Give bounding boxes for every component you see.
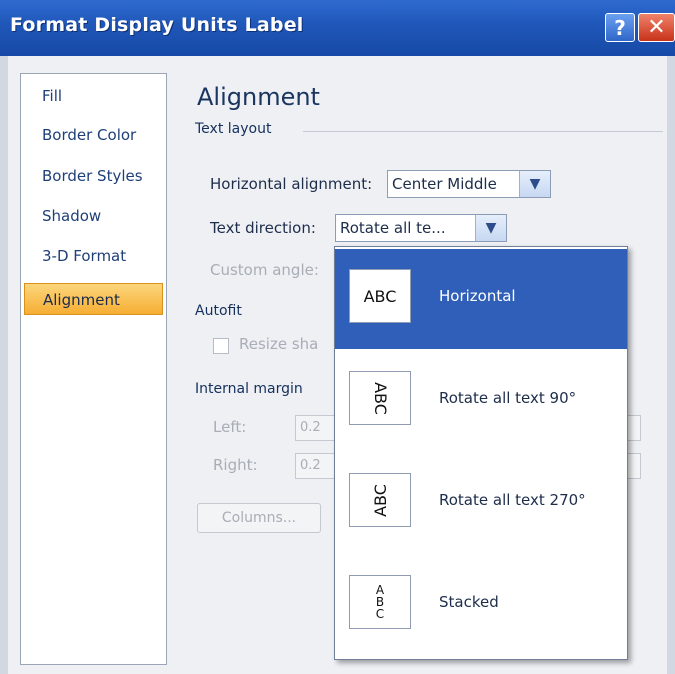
custom-angle-label: Custom angle: bbox=[210, 261, 319, 279]
category-list: Fill Border Color Border Styles Shadow 3… bbox=[20, 73, 167, 665]
autofit-group-label: Autofit bbox=[195, 303, 242, 319]
icon-text: ABC bbox=[370, 483, 390, 517]
rotate-90-text-icon: ABC bbox=[349, 371, 411, 425]
option-label: Stacked bbox=[439, 593, 499, 611]
option-stacked[interactable]: A B C Stacked bbox=[335, 555, 627, 655]
icon-text: A B C bbox=[375, 583, 385, 621]
right-margin-input[interactable]: 0.2 bbox=[295, 453, 335, 479]
columns-button[interactable]: Columns... bbox=[197, 503, 321, 533]
text-direction-value: Rotate all te... bbox=[340, 219, 446, 237]
horizontal-text-icon: ABC bbox=[349, 269, 411, 323]
dialog-title: Format Display Units Label bbox=[10, 14, 304, 36]
option-rotate-90[interactable]: ABC Rotate all text 90° bbox=[335, 351, 627, 451]
nav-item-shadow[interactable]: Shadow bbox=[21, 200, 166, 232]
text-layout-divider bbox=[303, 131, 663, 132]
option-label: Rotate all text 270° bbox=[439, 491, 586, 509]
close-button[interactable]: ✕ bbox=[638, 13, 675, 42]
nav-item-fill[interactable]: Fill bbox=[21, 80, 166, 112]
option-label: Rotate all text 90° bbox=[439, 389, 577, 407]
option-rotate-270[interactable]: ABC Rotate all text 270° bbox=[335, 453, 627, 553]
horizontal-alignment-select[interactable]: Center Middle ▼ bbox=[387, 170, 551, 198]
left-margin-label: Left: bbox=[213, 418, 247, 436]
text-layout-group-label: Text layout bbox=[195, 121, 272, 137]
nav-item-border-color[interactable]: Border Color bbox=[21, 119, 166, 151]
nav-item-3d-format[interactable]: 3-D Format bbox=[21, 240, 166, 272]
close-icon: ✕ bbox=[647, 15, 666, 40]
horizontal-alignment-label: Horizontal alignment: bbox=[210, 175, 373, 193]
format-dialog: Format Display Units Label ? ✕ Fill Bord… bbox=[0, 0, 675, 674]
right-margin-label: Right: bbox=[213, 456, 258, 474]
text-direction-dropdown: ABC Horizontal ABC Rotate all text 90° A… bbox=[334, 246, 628, 660]
help-button[interactable]: ? bbox=[605, 13, 635, 42]
stacked-text-icon: A B C bbox=[349, 575, 411, 629]
icon-text: ABC bbox=[363, 286, 397, 306]
chevron-down-icon[interactable]: ▼ bbox=[519, 171, 550, 197]
help-icon: ? bbox=[614, 16, 626, 40]
title-bar[interactable]: Format Display Units Label ? ✕ bbox=[0, 0, 675, 56]
internal-margin-group-label: Internal margin bbox=[195, 381, 303, 397]
resize-shape-checkbox[interactable] bbox=[213, 338, 229, 354]
left-margin-input[interactable]: 0.2 bbox=[295, 415, 335, 441]
page-title: Alignment bbox=[197, 83, 320, 111]
option-label: Horizontal bbox=[439, 287, 516, 305]
resize-shape-label: Resize sha bbox=[239, 335, 319, 353]
horizontal-alignment-value: Center Middle bbox=[392, 175, 497, 193]
text-direction-label: Text direction: bbox=[210, 219, 316, 237]
rotate-270-text-icon: ABC bbox=[349, 473, 411, 527]
text-direction-select[interactable]: Rotate all te... ▼ bbox=[335, 214, 507, 242]
nav-item-border-styles[interactable]: Border Styles bbox=[21, 160, 166, 192]
icon-text: ABC bbox=[370, 381, 390, 415]
window-left-edge bbox=[0, 56, 8, 674]
chevron-down-icon[interactable]: ▼ bbox=[475, 215, 506, 241]
nav-item-alignment[interactable]: Alignment bbox=[24, 283, 163, 315]
window-right-edge bbox=[667, 56, 675, 674]
option-horizontal[interactable]: ABC Horizontal bbox=[335, 249, 627, 349]
